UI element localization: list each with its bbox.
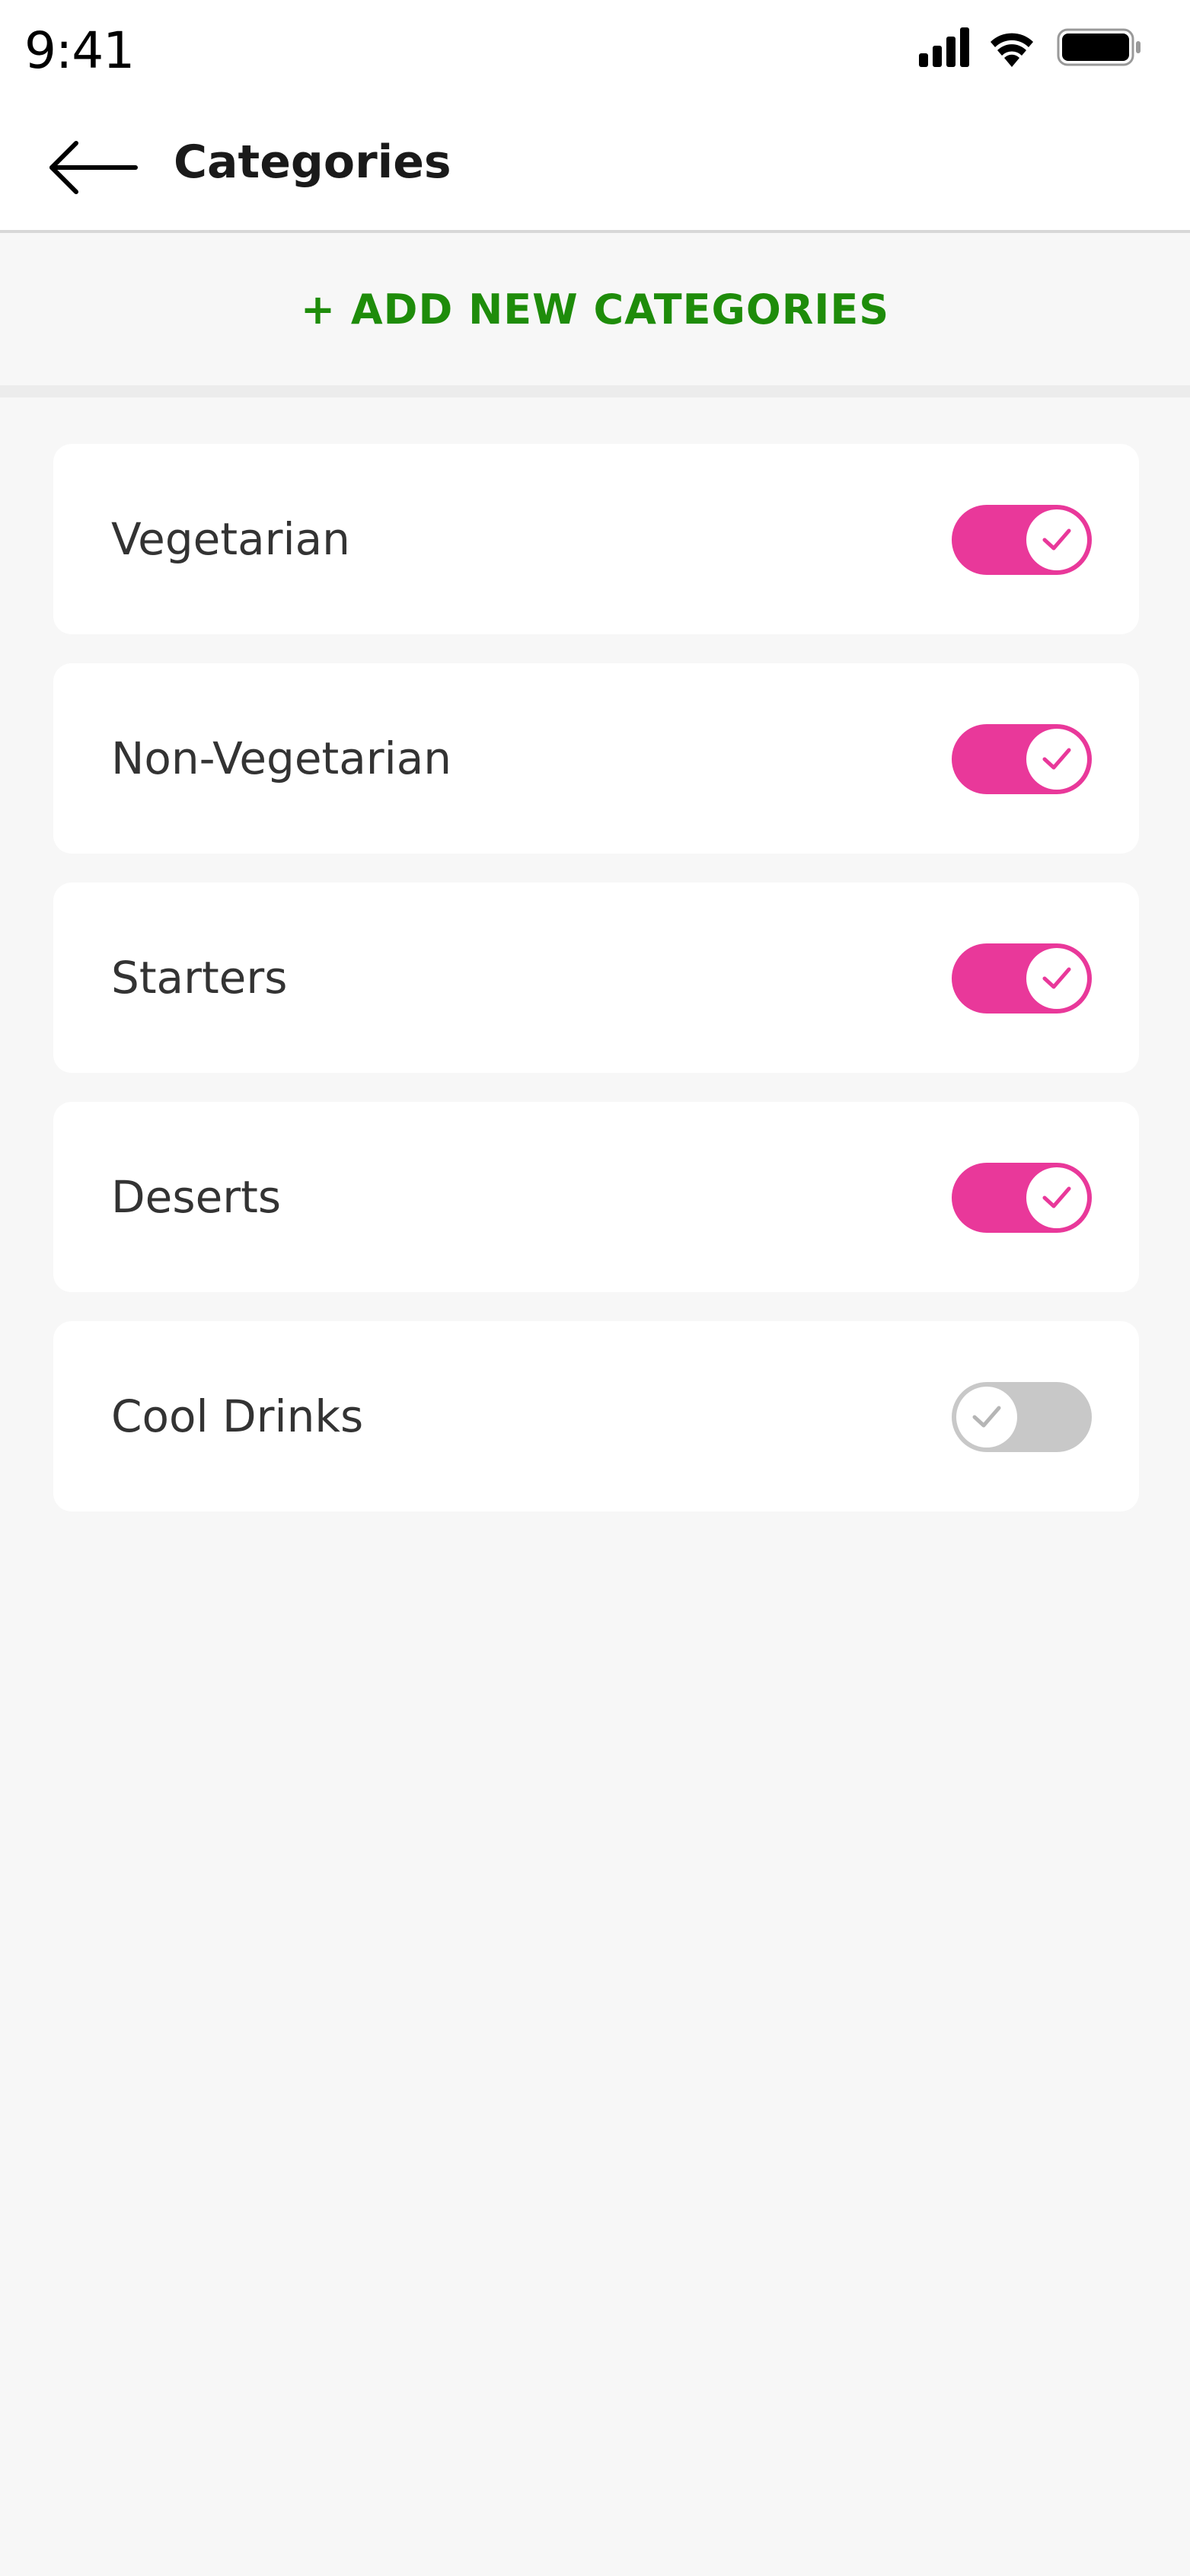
category-toggle[interactable] [952, 1163, 1092, 1233]
battery-icon [1057, 28, 1141, 66]
add-category-bar: + ADD NEW CATEGORIES [0, 233, 1190, 397]
page-title: Categories [174, 136, 451, 189]
check-icon [1042, 748, 1071, 770]
status-icons [919, 27, 1163, 67]
toggle-knob [956, 1387, 1017, 1448]
category-card: Vegetarian [53, 444, 1139, 634]
signal-icon [919, 27, 969, 67]
status-bar: 9:41 [0, 0, 1190, 107]
category-card: Non-Vegetarian [53, 663, 1139, 854]
status-time: 9:41 [24, 21, 135, 80]
category-toggle[interactable] [952, 505, 1092, 575]
category-toggle[interactable] [952, 1382, 1092, 1452]
check-icon [1042, 967, 1071, 989]
category-toggle[interactable] [952, 943, 1092, 1013]
wifi-icon [991, 33, 1033, 67]
category-list: Vegetarian Non-Vegetarian Starters Deser… [53, 444, 1139, 1540]
add-new-categories-button[interactable]: + ADD NEW CATEGORIES [0, 233, 1190, 385]
category-card: Deserts [53, 1102, 1139, 1292]
check-icon [1042, 1186, 1071, 1208]
category-toggle[interactable] [952, 724, 1092, 794]
back-button[interactable] [46, 129, 145, 206]
toggle-knob [1026, 729, 1087, 790]
check-icon [1042, 528, 1071, 551]
check-icon [972, 1406, 1001, 1428]
toggle-knob [1026, 948, 1087, 1009]
category-card: Starters [53, 883, 1139, 1073]
toggle-knob [1026, 509, 1087, 570]
category-label: Starters [111, 952, 288, 1004]
category-label: Vegetarian [111, 513, 350, 565]
category-label: Non-Vegetarian [111, 733, 452, 784]
arrow-left-icon [49, 141, 138, 194]
app-header: Categories [0, 107, 1190, 233]
category-label: Deserts [111, 1171, 282, 1223]
category-card: Cool Drinks [53, 1321, 1139, 1511]
category-label: Cool Drinks [111, 1390, 364, 1442]
toggle-knob [1026, 1167, 1087, 1228]
